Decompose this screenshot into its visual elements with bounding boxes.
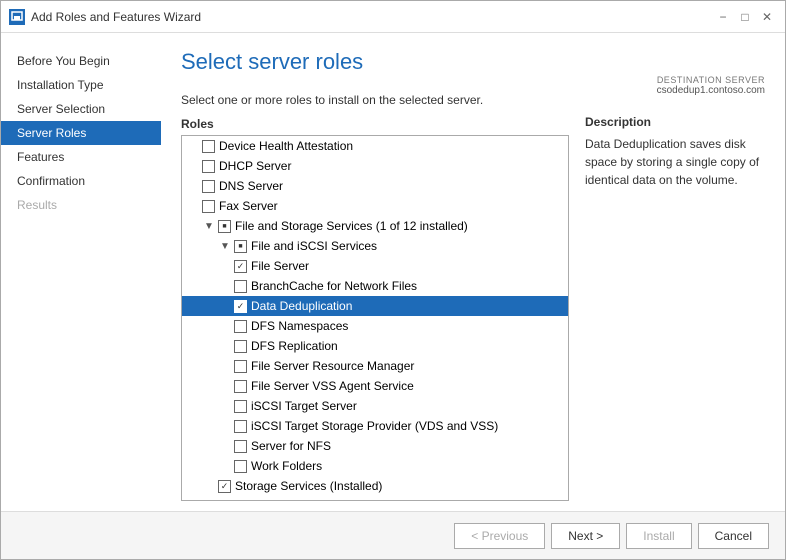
title-bar-controls: − □ ✕: [713, 7, 777, 27]
role-item-storage-services[interactable]: Storage Services (Installed): [182, 476, 568, 496]
role-item-fax[interactable]: Fax Server: [182, 196, 568, 216]
role-label-host-guardian: Host Guardian Service: [219, 499, 340, 500]
role-label-branchcache: BranchCache for Network Files: [251, 279, 417, 293]
main-content: DESTINATION SERVER csodedup1.contoso.com…: [161, 33, 785, 511]
instruction-text: Select one or more roles to install on t…: [181, 93, 569, 107]
sidebar-item-server-selection[interactable]: Server Selection: [1, 97, 161, 121]
checkbox-dns[interactable]: [202, 180, 215, 193]
title-bar: Add Roles and Features Wizard − □ ✕: [1, 1, 785, 33]
role-item-fsrm[interactable]: File Server Resource Manager: [182, 356, 568, 376]
role-item-dfs-replication[interactable]: DFS Replication: [182, 336, 568, 356]
checkbox-vss[interactable]: [234, 380, 247, 393]
sidebar-item-confirmation[interactable]: Confirmation: [1, 169, 161, 193]
role-item-file-server[interactable]: File Server: [182, 256, 568, 276]
checkbox-work-folders[interactable]: [234, 460, 247, 473]
checkbox-file-iscsi[interactable]: [234, 240, 247, 253]
role-label-dhcp: DHCP Server: [219, 159, 291, 173]
description-label: Description: [585, 115, 765, 129]
role-label-work-folders: Work Folders: [251, 459, 322, 473]
role-label-vss: File Server VSS Agent Service: [251, 379, 414, 393]
checkbox-iscsi-storage[interactable]: [234, 420, 247, 433]
window: Add Roles and Features Wizard − □ ✕ Befo…: [0, 0, 786, 560]
expand-file-iscsi[interactable]: ▼: [218, 239, 232, 253]
title-bar-left: Add Roles and Features Wizard: [9, 9, 201, 25]
role-label-storage-services: Storage Services (Installed): [235, 479, 382, 493]
sidebar-item-installation-type[interactable]: Installation Type: [1, 73, 161, 97]
role-item-file-iscsi[interactable]: ▼ File and iSCSI Services: [182, 236, 568, 256]
next-button[interactable]: Next >: [551, 523, 620, 549]
window-title: Add Roles and Features Wizard: [31, 10, 201, 24]
description-text: Data Deduplication saves disk space by s…: [585, 135, 765, 189]
checkbox-host-guardian[interactable]: [202, 500, 215, 501]
role-item-work-folders[interactable]: Work Folders: [182, 456, 568, 476]
sidebar-item-before-you-begin[interactable]: Before You Begin: [1, 49, 161, 73]
destination-server-name: csodedup1.contoso.com: [657, 85, 765, 96]
role-item-device-health[interactable]: Device Health Attestation: [182, 136, 568, 156]
sidebar-item-features[interactable]: Features: [1, 145, 161, 169]
previous-button[interactable]: < Previous: [454, 523, 545, 549]
sidebar-item-results: Results: [1, 193, 161, 217]
destination-server: DESTINATION SERVER csodedup1.contoso.com: [657, 75, 765, 96]
minimize-button[interactable]: −: [713, 7, 733, 27]
install-button[interactable]: Install: [626, 523, 691, 549]
checkbox-device-health[interactable]: [202, 140, 215, 153]
role-item-data-dedup[interactable]: Data Deduplication: [182, 296, 568, 316]
role-label-iscsi-target: iSCSI Target Server: [251, 399, 357, 413]
role-label-fax: Fax Server: [219, 199, 278, 213]
checkbox-iscsi-target[interactable]: [234, 400, 247, 413]
role-label-device-health: Device Health Attestation: [219, 139, 353, 153]
description-panel: Description Data Deduplication saves dis…: [585, 93, 765, 501]
role-item-dfs-namespaces[interactable]: DFS Namespaces: [182, 316, 568, 336]
role-item-dns[interactable]: DNS Server: [182, 176, 568, 196]
destination-server-label: DESTINATION SERVER: [657, 75, 765, 85]
role-item-vss[interactable]: File Server VSS Agent Service: [182, 376, 568, 396]
checkbox-storage-services[interactable]: [218, 480, 231, 493]
checkbox-fax[interactable]: [202, 200, 215, 213]
role-label-iscsi-storage: iSCSI Target Storage Provider (VDS and V…: [251, 419, 498, 433]
checkbox-file-storage[interactable]: [218, 220, 231, 233]
close-button[interactable]: ✕: [757, 7, 777, 27]
checkbox-dfs-namespaces[interactable]: [234, 320, 247, 333]
roles-list-container[interactable]: Device Health Attestation DHCP Server DN…: [181, 135, 569, 501]
checkbox-nfs[interactable]: [234, 440, 247, 453]
role-item-file-storage[interactable]: ▼ File and Storage Services (1 of 12 ins…: [182, 216, 568, 236]
role-label-file-iscsi: File and iSCSI Services: [251, 239, 377, 253]
horizontal-scrollbar[interactable]: ◀ ▶: [182, 500, 568, 501]
sidebar: Before You Begin Installation Type Serve…: [1, 33, 161, 511]
cancel-button[interactable]: Cancel: [698, 523, 769, 549]
role-label-dfs-replication: DFS Replication: [251, 339, 338, 353]
checkbox-dhcp[interactable]: [202, 160, 215, 173]
content-area: Before You Begin Installation Type Serve…: [1, 33, 785, 511]
role-label-file-storage: File and Storage Services (1 of 12 insta…: [235, 219, 468, 233]
role-label-file-server: File Server: [251, 259, 309, 273]
maximize-button[interactable]: □: [735, 7, 755, 27]
checkbox-branchcache[interactable]: [234, 280, 247, 293]
role-item-iscsi-storage[interactable]: iSCSI Target Storage Provider (VDS and V…: [182, 416, 568, 436]
footer: < Previous Next > Install Cancel: [1, 511, 785, 559]
role-item-iscsi-target[interactable]: iSCSI Target Server: [182, 396, 568, 416]
role-label-dfs-namespaces: DFS Namespaces: [251, 319, 348, 333]
sidebar-item-server-roles[interactable]: Server Roles: [1, 121, 161, 145]
role-label-dns: DNS Server: [219, 179, 283, 193]
expand-file-storage[interactable]: ▼: [202, 219, 216, 233]
roles-list[interactable]: Device Health Attestation DHCP Server DN…: [182, 136, 568, 500]
checkbox-data-dedup[interactable]: [234, 300, 247, 313]
role-label-data-dedup: Data Deduplication: [251, 299, 352, 313]
roles-section: Select one or more roles to install on t…: [181, 93, 569, 501]
checkbox-file-server[interactable]: [234, 260, 247, 273]
app-icon: [9, 9, 25, 25]
role-item-nfs[interactable]: Server for NFS: [182, 436, 568, 456]
role-item-branchcache[interactable]: BranchCache for Network Files: [182, 276, 568, 296]
role-label-fsrm: File Server Resource Manager: [251, 359, 414, 373]
page-title: Select server roles: [181, 49, 765, 75]
role-label-nfs: Server for NFS: [251, 439, 331, 453]
checkbox-fsrm[interactable]: [234, 360, 247, 373]
main-body: Select one or more roles to install on t…: [161, 83, 785, 511]
roles-label: Roles: [181, 117, 569, 131]
checkbox-dfs-replication[interactable]: [234, 340, 247, 353]
role-item-dhcp[interactable]: DHCP Server: [182, 156, 568, 176]
